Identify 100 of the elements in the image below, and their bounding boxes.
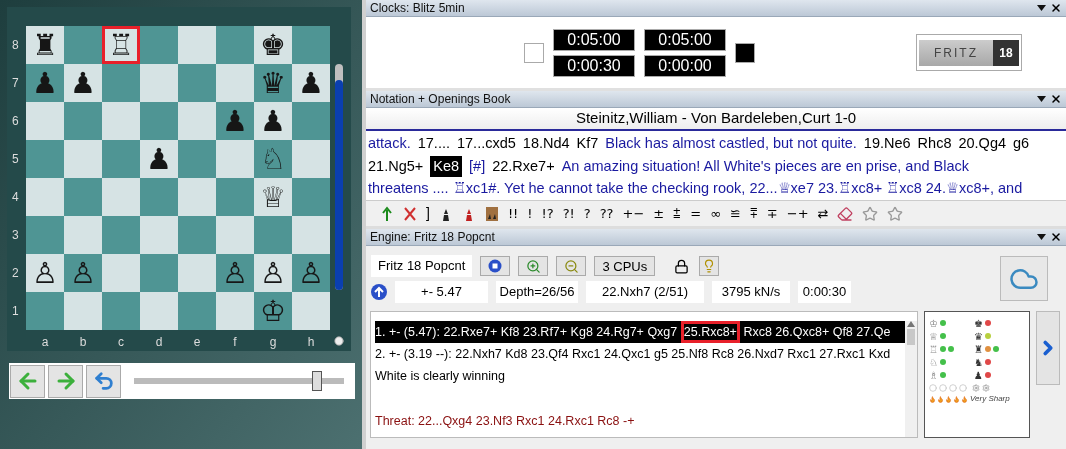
analysis-line[interactable]: Threat: 22...Qxg4 23.Nf3 Rxc1 24.Rxc1 Rc8 -+ [375, 410, 905, 432]
board-square[interactable] [26, 292, 64, 330]
board-square[interactable] [178, 178, 216, 216]
zoom-in-button[interactable] [518, 256, 549, 276]
board-square[interactable] [64, 140, 102, 178]
chess-piece[interactable]: ♟ [146, 144, 172, 174]
up-arrow-icon[interactable] [371, 284, 387, 300]
close-icon[interactable] [1050, 2, 1062, 14]
move-text[interactable]: 19.Ne6 [863, 133, 911, 156]
board-square[interactable] [178, 254, 216, 292]
board-square[interactable]: ♙ [64, 254, 102, 292]
toolbar-symbol[interactable]: ?! [562, 203, 575, 224]
move-text[interactable]: 17.... [417, 133, 450, 156]
board-square[interactable]: ♟ [254, 102, 292, 140]
board-square[interactable] [292, 178, 330, 216]
dropdown-icon[interactable] [1037, 96, 1046, 102]
board-square[interactable] [64, 102, 102, 140]
toolbar-symbol[interactable]: ∞ [710, 203, 721, 224]
board-square[interactable]: ♔ [254, 292, 292, 330]
board-square[interactable] [102, 254, 140, 292]
board-square[interactable]: ♕ [254, 178, 292, 216]
scroll-up-icon[interactable] [907, 321, 915, 327]
board-square[interactable]: ♙ [254, 254, 292, 292]
move-text[interactable]: 17...cxd5 [456, 133, 516, 156]
chess-piece[interactable]: ♙ [32, 258, 58, 288]
star-icon[interactable] [862, 205, 879, 222]
board-square[interactable] [140, 178, 178, 216]
dropdown-icon[interactable] [1037, 234, 1046, 240]
board-square[interactable]: ♛ [254, 64, 292, 102]
move-text[interactable]: 20.Qg4 [958, 133, 1007, 156]
chess-piece[interactable]: ♙ [260, 258, 286, 288]
board-square[interactable]: ♘ [254, 140, 292, 178]
board-square[interactable] [216, 178, 254, 216]
board-square[interactable] [64, 292, 102, 330]
board-square[interactable]: ♚ [254, 26, 292, 64]
cloud-button[interactable] [1000, 256, 1048, 301]
board-square[interactable] [102, 140, 140, 178]
chess-piece[interactable]: ♟ [298, 68, 324, 98]
board-square[interactable] [140, 102, 178, 140]
chess-piece[interactable]: ♘ [260, 144, 286, 174]
move-text[interactable]: Kf7 [576, 133, 599, 156]
board-square[interactable] [140, 254, 178, 292]
board-square[interactable] [178, 140, 216, 178]
toolbar-symbol[interactable]: ⩱ [749, 203, 758, 224]
board-square[interactable] [140, 216, 178, 254]
chess-piece[interactable]: ♕ [260, 182, 286, 212]
board-square[interactable]: ♙ [26, 254, 64, 292]
chess-piece[interactable]: ♙ [298, 258, 324, 288]
chess-piece[interactable]: ♜ [32, 30, 58, 60]
chess-piece[interactable]: ♙ [70, 258, 96, 288]
board-square[interactable] [64, 178, 102, 216]
board-square[interactable] [102, 64, 140, 102]
board-square[interactable]: ♖ [102, 26, 140, 64]
close-icon[interactable] [1050, 93, 1062, 105]
close-icon[interactable] [1050, 231, 1062, 243]
board-square[interactable] [216, 216, 254, 254]
board-square[interactable] [26, 140, 64, 178]
up-arrow-icon[interactable] [380, 205, 394, 222]
chess-piece[interactable]: ♟ [260, 106, 286, 136]
board-square[interactable] [102, 178, 140, 216]
board-square[interactable]: ♙ [292, 254, 330, 292]
board-square[interactable] [102, 102, 140, 140]
board-square[interactable] [216, 26, 254, 64]
scrollbar[interactable] [905, 321, 917, 437]
toolbar-symbol[interactable]: ∓ [766, 203, 778, 224]
analysis-line[interactable]: White is clearly winning [375, 365, 905, 387]
chess-piece[interactable]: ♙ [222, 258, 248, 288]
toolbar-symbol[interactable]: ? [583, 203, 591, 224]
toolbar-symbol[interactable]: ⇄ [817, 203, 829, 224]
stop-button[interactable] [480, 256, 511, 276]
analysis-line[interactable]: 2. +- (3.19 --): 22.Nxh7 Kd8 23.Qf4 Rxc1 24.Qxc1 g5 25.Nf8 Rc8 26.Nxd7 Rxc1 27.Rxc1 Kxd [375, 343, 905, 365]
board-square[interactable] [102, 292, 140, 330]
move-text[interactable]: g6 [1013, 133, 1030, 156]
toolbar-symbol[interactable]: ! [527, 203, 533, 224]
board-square[interactable] [254, 216, 292, 254]
toolbar-symbol[interactable]: +− [622, 203, 645, 224]
board-square[interactable] [178, 292, 216, 330]
toolbar-symbol[interactable]: ± [653, 203, 665, 224]
zoom-out-button[interactable] [556, 256, 587, 276]
board-square[interactable] [216, 292, 254, 330]
chess-piece[interactable]: ♟ [70, 68, 96, 98]
board-square[interactable] [64, 216, 102, 254]
toolbar-symbol[interactable]: = [690, 203, 702, 224]
chess-piece[interactable]: ♛ [260, 68, 286, 98]
board-square[interactable] [216, 64, 254, 102]
move-text[interactable]: 18.Nd4 [522, 133, 570, 156]
board-square[interactable]: ♙ [216, 254, 254, 292]
undo-button[interactable] [86, 364, 121, 398]
toolbar-symbol[interactable]: ?? [599, 203, 614, 224]
dropdown-icon[interactable] [1037, 5, 1046, 11]
board-square[interactable] [178, 216, 216, 254]
chess-piece[interactable]: ♔ [260, 296, 286, 326]
board-square[interactable]: ♟ [140, 140, 178, 178]
board-square[interactable] [292, 216, 330, 254]
board-square[interactable]: ♜ [26, 26, 64, 64]
expand-button[interactable] [1036, 311, 1060, 385]
board-square[interactable] [140, 292, 178, 330]
board-square[interactable] [64, 26, 102, 64]
board-square[interactable] [140, 26, 178, 64]
move-text[interactable]: 21.Ng5+ [368, 155, 424, 178]
